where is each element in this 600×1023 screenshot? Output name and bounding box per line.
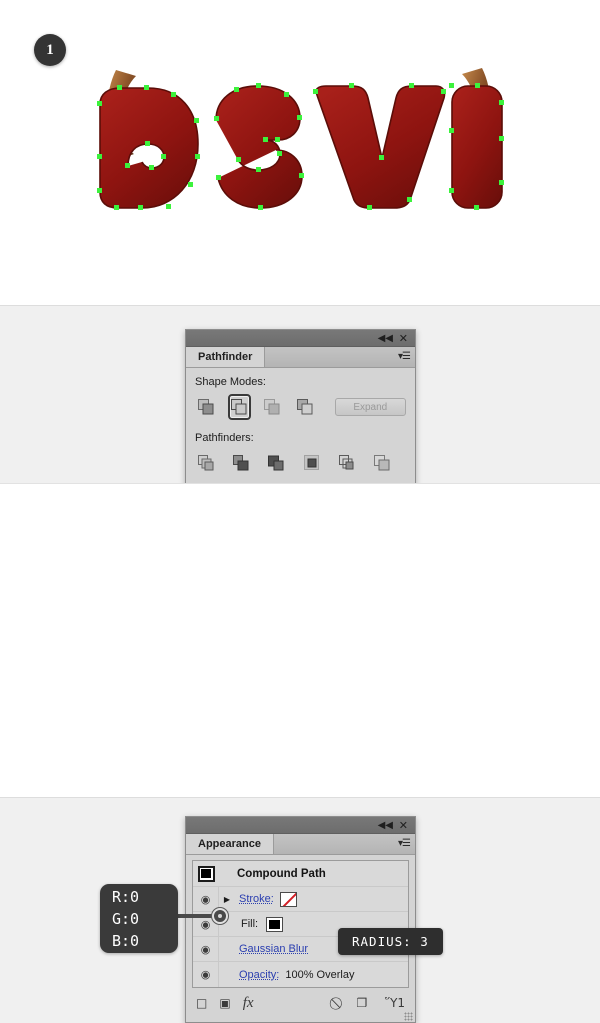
- pathfinder-trim[interactable]: [230, 450, 252, 476]
- pathfinder-divide[interactable]: [195, 450, 217, 476]
- tutorial-page: 1 ◀◀ ✕ Pathfinder ▾☰ Shape Modes: Expand…: [0, 0, 600, 1023]
- radius-tooltip: RADIUS: 3: [338, 928, 443, 955]
- rgb-r-value: R:0: [112, 888, 140, 906]
- pathfinders-label: Pathfinders:: [195, 432, 254, 444]
- appearance-row-opacity[interactable]: ◉ Opacity: 100% Overlay: [193, 962, 408, 987]
- resize-grip[interactable]: [404, 1012, 413, 1021]
- pathfinder-panel[interactable]: ◀◀ ✕ Pathfinder ▾☰ Shape Modes: Expand P…: [185, 329, 416, 487]
- merge-icon: [268, 455, 284, 471]
- pathfinder-minus-back[interactable]: [371, 450, 393, 476]
- artboard-step-2: 2: [0, 483, 600, 798]
- fill-black-swatch-icon[interactable]: [266, 916, 284, 932]
- step-badge-1-label: 1: [46, 41, 54, 58]
- devil-artwork-step-1: [70, 58, 530, 233]
- minus-back-icon: [373, 455, 390, 471]
- divide-icon: [198, 455, 214, 471]
- rgb-g-value: G:0: [112, 910, 140, 928]
- pathfinders-row: [195, 450, 406, 476]
- shape-modes-label: Shape Modes:: [195, 376, 266, 388]
- pathfinder-crop[interactable]: [301, 450, 323, 476]
- shape-modes-row: Expand: [195, 394, 406, 420]
- appearance-tabrow: Appearance ▾☰: [186, 834, 415, 855]
- step-badge-1: 1: [34, 34, 66, 66]
- visibility-eye-icon[interactable]: ◉: [193, 962, 219, 987]
- expand-button-label: Expand: [353, 401, 388, 413]
- unite-icon: [198, 399, 214, 415]
- devil-vector-artwork-1: [97, 68, 504, 210]
- visibility-eye-icon[interactable]: ◉: [193, 937, 219, 961]
- pathfinder-merge[interactable]: [265, 450, 287, 476]
- object-swatch[interactable]: [193, 861, 219, 886]
- visibility-eye-icon[interactable]: ◉: [193, 887, 219, 911]
- opacity-label[interactable]: Opacity:: [239, 969, 279, 981]
- shape-mode-exclude[interactable]: [294, 394, 317, 420]
- letter-D: [99, 87, 199, 209]
- close-icon[interactable]: ✕: [399, 332, 408, 345]
- appearance-list: Compound Path ◉ ▶ Stroke: ◉ Fill: ◉ Gaus…: [192, 860, 409, 988]
- add-new-fill-icon[interactable]: ▣: [219, 996, 230, 1010]
- tab-pathfinder-label: Pathfinder: [198, 351, 253, 363]
- appearance-toolbar-right: ⃠ ❐ Ὕ1: [320, 996, 405, 1011]
- letter-E: [215, 85, 303, 209]
- stroke-none-swatch-icon[interactable]: [279, 891, 297, 907]
- close-icon[interactable]: ✕: [399, 819, 408, 832]
- gaussian-blur-label[interactable]: Gaussian Blur: [239, 943, 308, 955]
- letter-I: [451, 85, 503, 209]
- shape-mode-intersect[interactable]: [261, 394, 284, 420]
- panel-menu-icon[interactable]: ▾☰: [398, 838, 411, 849]
- tab-pathfinder[interactable]: Pathfinder: [186, 347, 266, 367]
- divider-spacer: [195, 420, 406, 432]
- pathfinder-titlebar[interactable]: ◀◀ ✕: [186, 330, 415, 347]
- appearance-row-object[interactable]: Compound Path: [193, 861, 408, 887]
- pathfinder-tabrow: Pathfinder ▾☰: [186, 347, 415, 368]
- tab-appearance-label: Appearance: [198, 838, 261, 850]
- add-effect-fx-icon[interactable]: fx: [243, 995, 254, 1012]
- minus-front-icon: [231, 399, 247, 415]
- stroke-label[interactable]: Stroke:: [239, 893, 274, 905]
- appearance-titlebar[interactable]: ◀◀ ✕: [186, 817, 415, 834]
- pathfinder-outline[interactable]: [336, 450, 358, 476]
- appearance-row-stroke[interactable]: ◉ ▶ Stroke:: [193, 887, 408, 912]
- duplicate-item-icon[interactable]: ❐: [356, 996, 367, 1010]
- letter-V: [315, 85, 446, 209]
- appearance-toolbar: □ ▣ fx ⃠ ❐ Ὕ1: [192, 992, 409, 1014]
- rgb-callout-target-dot: [212, 908, 228, 924]
- rgb-callout: R:0 G:0 B:0: [100, 884, 178, 953]
- black-swatch-icon: [197, 865, 215, 882]
- crop-icon: [303, 455, 319, 470]
- collapse-icon[interactable]: ◀◀: [378, 332, 393, 345]
- tab-appearance[interactable]: Appearance: [186, 834, 274, 854]
- panel-menu-icon[interactable]: ▾☰: [398, 351, 411, 362]
- add-new-stroke-icon[interactable]: □: [196, 996, 207, 1010]
- delete-item-icon[interactable]: Ὕ1: [385, 996, 405, 1010]
- artboard-step-1: 1: [0, 0, 600, 306]
- trim-icon: [233, 455, 249, 471]
- opacity-value: 100% Overlay: [285, 968, 355, 981]
- object-type-label: Compound Path: [237, 867, 326, 880]
- exclude-icon: [297, 399, 313, 415]
- rgb-b-value: B:0: [112, 932, 140, 950]
- intersect-icon: [264, 399, 280, 415]
- fill-label[interactable]: Fill:: [241, 918, 258, 930]
- pathfinder-body: Shape Modes: Expand Pathfinders:: [186, 368, 415, 486]
- expand-button[interactable]: Expand: [334, 398, 406, 416]
- disclosure-triangle-icon[interactable]: ▶: [219, 895, 235, 904]
- shape-mode-unite[interactable]: [195, 394, 218, 420]
- outline-icon: [338, 455, 354, 470]
- shape-mode-minus-front[interactable]: [227, 394, 251, 420]
- collapse-icon[interactable]: ◀◀: [378, 819, 393, 832]
